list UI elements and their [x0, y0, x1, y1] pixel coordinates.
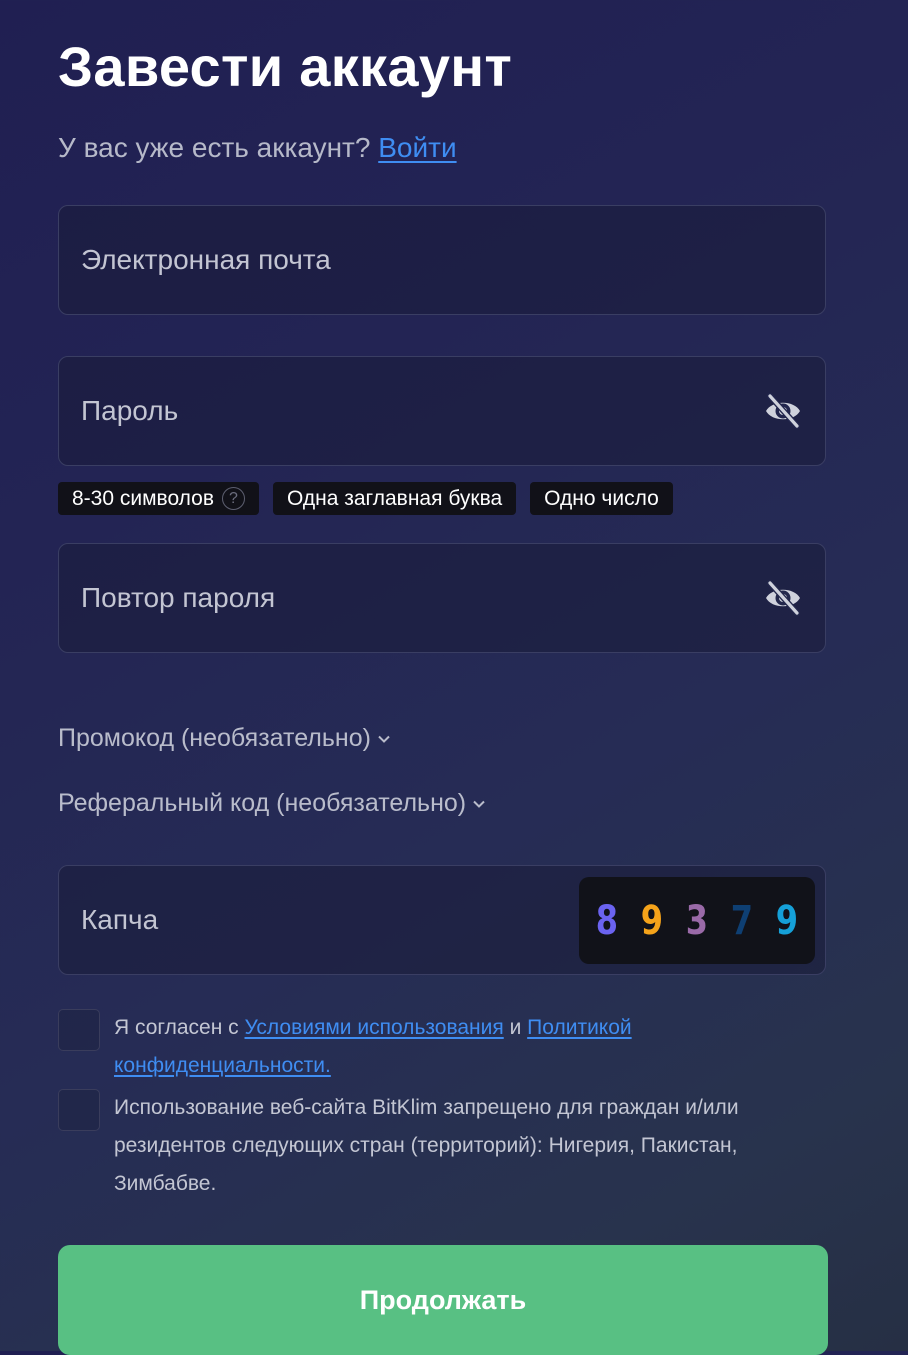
- terms-text: Я согласен с Условиями использования и П…: [114, 1016, 632, 1077]
- captcha-field[interactable]: Капча 89379: [58, 865, 826, 975]
- captcha-placeholder: Капча: [81, 904, 159, 935]
- email-field[interactable]: Электронная почта: [58, 205, 826, 315]
- promo-code-label: Промокод (необязательно): [58, 724, 371, 752]
- referral-code-toggle[interactable]: Реферальный код (необязательно): [58, 789, 486, 818]
- password-placeholder: Пароль: [81, 395, 179, 426]
- captcha-digit: 9: [641, 897, 664, 944]
- chevron-down-icon: [473, 800, 485, 808]
- requirement-uppercase: Одна заглавная буква: [273, 482, 517, 515]
- captcha-image[interactable]: 89379: [579, 877, 815, 964]
- password-requirements: 8-30 символов ? Одна заглавная буква Одн…: [58, 482, 673, 515]
- password-field[interactable]: Пароль: [58, 356, 826, 466]
- login-prompt-text: У вас уже есть аккаунт?: [58, 132, 371, 163]
- requirement-length: 8-30 символов ?: [58, 482, 259, 515]
- captcha-digit: 3: [685, 897, 709, 944]
- referral-code-label: Реферальный код (необязательно): [58, 789, 467, 817]
- captcha-digit: 8: [596, 897, 619, 944]
- restriction-checkbox[interactable]: [58, 1089, 100, 1131]
- login-link[interactable]: Войти: [378, 132, 456, 163]
- login-prompt: У вас уже есть аккаунт? Войти: [58, 132, 457, 164]
- help-icon[interactable]: ?: [222, 487, 245, 510]
- promo-code-toggle[interactable]: Промокод (необязательно): [58, 724, 391, 753]
- terms-checkbox[interactable]: [58, 1009, 100, 1051]
- continue-button[interactable]: Продолжать: [58, 1245, 828, 1355]
- repeat-password-field[interactable]: Повтор пароля: [58, 543, 826, 653]
- page-title: Завести аккаунт: [58, 35, 513, 98]
- eye-slash-icon[interactable]: [763, 391, 803, 431]
- repeat-password-placeholder: Повтор пароля: [81, 582, 276, 613]
- captcha-digit: 7: [730, 897, 753, 944]
- terms-of-use-link[interactable]: Условиями использования: [245, 1016, 504, 1039]
- captcha-digit: 9: [775, 897, 798, 944]
- requirement-number: Одно число: [530, 482, 673, 515]
- email-placeholder: Электронная почта: [81, 244, 331, 275]
- restriction-text: Использование веб-сайта BitKlim запрещен…: [114, 1096, 739, 1195]
- eye-slash-icon[interactable]: [763, 578, 803, 618]
- chevron-down-icon: [378, 735, 390, 743]
